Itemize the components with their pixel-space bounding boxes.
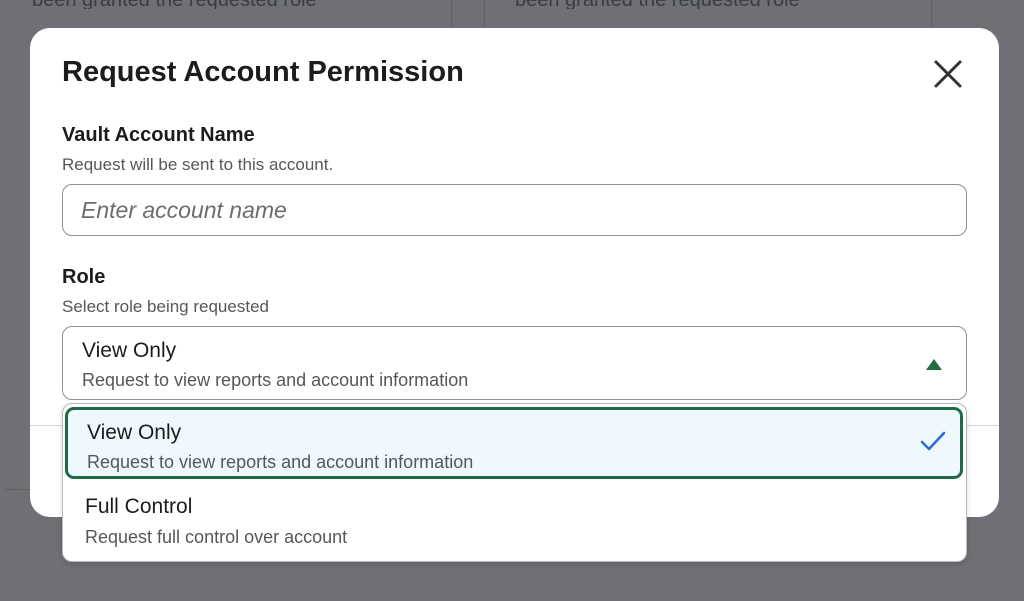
option-title: View Only [87,421,182,444]
checkmark-icon [920,431,946,451]
background-card-text: been granted the requested role [32,0,317,9]
close-icon [934,60,962,88]
option-description: Request to view reports and account info… [87,452,474,472]
close-button[interactable] [928,54,968,94]
account-name-input[interactable] [62,184,967,236]
role-select-description: Request to view reports and account info… [82,370,469,390]
role-select-value: View Only [82,339,177,362]
role-option-view-only[interactable]: View Only Request to view reports and ac… [65,407,963,479]
modal-title: Request Account Permission [62,56,464,88]
option-title: Full Control [85,495,193,518]
background-card-text: been granted the requested role [515,0,800,9]
account-name-label: Vault Account Name [62,124,255,146]
option-description: Request full control over account [85,527,348,547]
role-option-full-control[interactable]: Full Control Request full control over a… [63,482,966,556]
role-label: Role [62,266,106,288]
account-name-help: Request will be sent to this account. [62,155,334,174]
role-select[interactable]: View Only Request to view reports and ac… [62,326,967,400]
caret-up-icon [926,359,942,370]
role-options-list: View Only Request to view reports and ac… [62,403,967,562]
role-help: Select role being requested [62,297,269,316]
